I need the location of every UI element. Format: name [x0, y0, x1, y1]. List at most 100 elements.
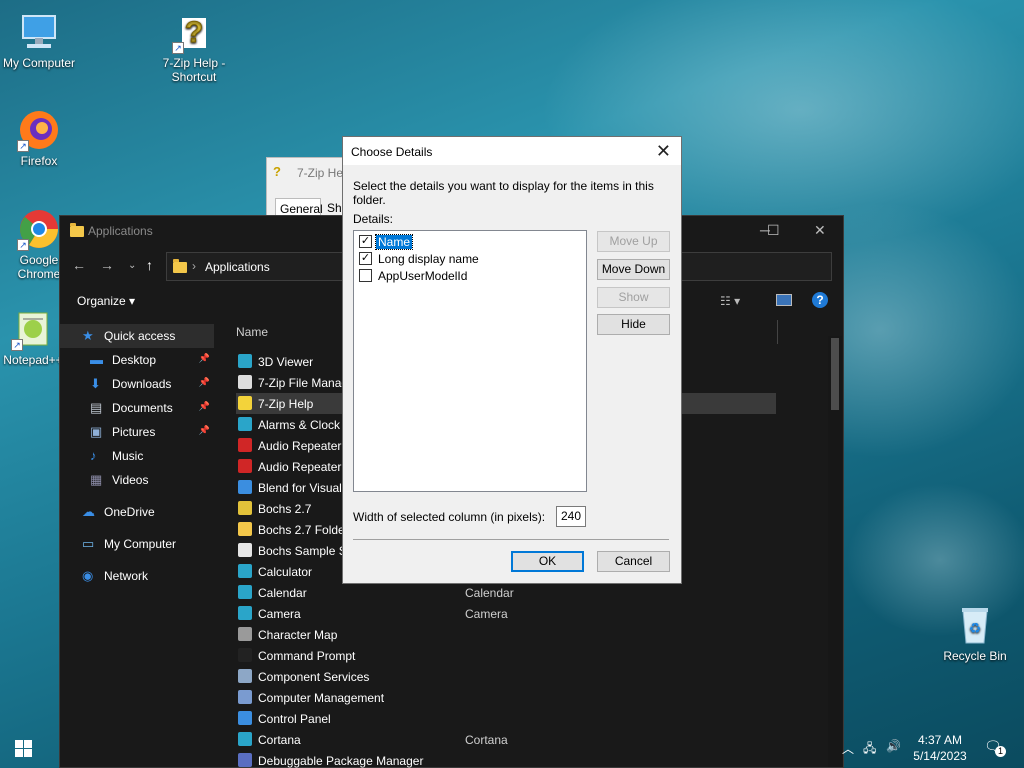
- app-icon: [238, 606, 252, 620]
- column-header-name[interactable]: Name: [236, 325, 268, 339]
- desktop-icon-notepad[interactable]: ↗ Notepad++: [0, 307, 68, 367]
- column-width-input[interactable]: 240: [556, 506, 586, 527]
- column-divider: [777, 320, 778, 344]
- up-arrow-icon[interactable]: ↑: [146, 257, 153, 273]
- documents-icon: ▤: [90, 400, 103, 415]
- list-item[interactable]: Calendar Calendar: [236, 582, 776, 603]
- show-button[interactable]: Show: [597, 287, 670, 308]
- sidebar-item-onedrive[interactable]: ☁ OneDrive: [60, 500, 214, 524]
- shortcut-arrow-icon: ↗: [17, 239, 29, 251]
- app-icon: [238, 480, 252, 494]
- chevron-down-icon[interactable]: ⌄: [128, 260, 136, 271]
- sidebar-item-music[interactable]: ♪ Music: [60, 444, 214, 468]
- chevron-up-icon[interactable]: ︿: [842, 740, 854, 757]
- close-icon[interactable]: ✕: [656, 141, 671, 162]
- computer-icon: ▭: [82, 536, 95, 551]
- sidebar-item-documents[interactable]: ▤ Documents 📌: [60, 396, 214, 420]
- sidebar-item-pictures[interactable]: ▣ Pictures 📌: [60, 420, 214, 444]
- move-down-button[interactable]: Move Down: [597, 259, 670, 280]
- desktop-icon-recycle-bin[interactable]: ♻ Recycle Bin: [937, 603, 1013, 663]
- app-icon: [238, 459, 252, 473]
- sidebar-item-desktop[interactable]: ▬ Desktop 📌: [60, 348, 214, 372]
- chevron-right-icon: ›: [192, 259, 196, 273]
- network-icon: ◉: [82, 568, 94, 583]
- windows-start-icon[interactable]: [15, 740, 32, 757]
- scroll-thumb[interactable]: [831, 338, 839, 410]
- navigation-pane: ★ Quick access ▬ Desktop 📌 ⬇ Downloads 📌 ▤ Docume…: [60, 320, 218, 767]
- file-name: Computer Management: [258, 691, 385, 705]
- details-list[interactable]: ✓ Name ✓ Long display name AppUserModelId: [353, 230, 587, 492]
- organize-button[interactable]: Organize ▾: [77, 294, 135, 308]
- desktop-icon-label: Firefox: [20, 154, 58, 168]
- app-icon: [238, 354, 252, 368]
- maximize-icon[interactable]: ☐: [767, 222, 780, 239]
- sidebar-item-label: Network: [104, 569, 149, 583]
- checkbox[interactable]: ✓: [359, 252, 372, 265]
- checkbox[interactable]: [359, 269, 372, 282]
- sidebar-item-my-computer[interactable]: ▭ My Computer: [60, 532, 214, 556]
- app-icon: [238, 648, 252, 662]
- volume-icon[interactable]: 🔊: [886, 739, 901, 753]
- file-name: Control Panel: [258, 712, 331, 726]
- pin-icon: 📌: [198, 377, 210, 387]
- app-icon: [238, 543, 252, 557]
- address-text: Applications: [205, 260, 270, 274]
- desktop-icon-my-computer[interactable]: My Computer: [1, 10, 77, 70]
- app-icon: [238, 627, 252, 641]
- desktop-icon-7zip-help[interactable]: ? ↗ 7-Zip Help - Shortcut: [156, 10, 232, 85]
- list-item[interactable]: Control Panel: [236, 708, 776, 729]
- file-name: Audio Repeater: [258, 460, 342, 474]
- notification-count: 1: [995, 746, 1006, 757]
- preview-pane-icon[interactable]: [776, 294, 792, 306]
- details-item-label: Long display name: [378, 252, 479, 266]
- desktop-icon-label: My Computer: [2, 56, 76, 70]
- file-name: Calculator: [258, 565, 313, 579]
- view-options-icon[interactable]: ☷ ▾: [720, 294, 740, 308]
- checkbox[interactable]: ✓: [359, 235, 372, 248]
- move-up-button[interactable]: Move Up: [597, 231, 670, 252]
- sidebar-item-label: My Computer: [104, 537, 177, 551]
- list-item[interactable]: Character Map: [236, 624, 776, 645]
- app-icon: [238, 417, 252, 431]
- list-item[interactable]: Camera Camera: [236, 603, 776, 624]
- file-name: Alarms & Clock: [258, 418, 341, 432]
- folder-icon: [173, 259, 187, 273]
- choose-details-dialog[interactable]: Choose Details ✕ Select the details you …: [342, 136, 682, 584]
- forward-arrow-icon[interactable]: →: [100, 257, 114, 273]
- app-icon: [238, 375, 252, 389]
- scrollbar[interactable]: [828, 336, 842, 767]
- desktop-icon-firefox[interactable]: ↗ Firefox: [1, 108, 77, 168]
- list-item[interactable]: Command Prompt: [236, 645, 776, 666]
- ok-button[interactable]: OK: [511, 551, 584, 572]
- clock-date[interactable]: 5/14/2023: [910, 749, 970, 763]
- close-icon[interactable]: ✕: [814, 222, 826, 239]
- divider: [353, 539, 669, 540]
- list-item[interactable]: Component Services: [236, 666, 776, 687]
- sidebar-item-downloads[interactable]: ⬇ Downloads 📌: [60, 372, 214, 396]
- dialog-title-bar[interactable]: Choose Details ✕: [343, 137, 681, 165]
- sidebar-item-videos[interactable]: ▦ Videos: [60, 468, 214, 492]
- app-icon: [238, 438, 252, 452]
- details-list-item[interactable]: ✓ Name: [359, 233, 579, 250]
- videos-icon: ▦: [90, 472, 103, 487]
- cancel-button[interactable]: Cancel: [597, 551, 670, 572]
- file-name: Blend for Visual: [258, 481, 342, 495]
- details-list-item[interactable]: ✓ Long display name: [359, 250, 579, 267]
- help-icon: ?: [273, 164, 281, 179]
- clock-time[interactable]: 4:37 AM: [912, 733, 968, 747]
- sidebar-item-quick-access[interactable]: ★ Quick access: [60, 324, 214, 348]
- download-icon: ⬇: [90, 376, 101, 391]
- file-name: Bochs 2.7: [258, 502, 312, 516]
- details-list-item[interactable]: AppUserModelId: [359, 267, 579, 284]
- sidebar-item-label: Quick access: [104, 329, 176, 343]
- sidebar-item-network[interactable]: ◉ Network: [60, 564, 214, 588]
- network-icon[interactable]: 🖧: [863, 739, 876, 760]
- organize-label: Organize: [77, 294, 126, 308]
- list-item[interactable]: Computer Management: [236, 687, 776, 708]
- back-arrow-icon[interactable]: ←: [72, 257, 86, 273]
- help-icon[interactable]: ?: [812, 292, 828, 308]
- svg-text:♻: ♻: [969, 621, 982, 637]
- properties-window[interactable]: ? 7-Zip He General Sh: [266, 157, 346, 218]
- hide-button[interactable]: Hide: [597, 314, 670, 335]
- music-icon: ♪: [90, 448, 97, 463]
